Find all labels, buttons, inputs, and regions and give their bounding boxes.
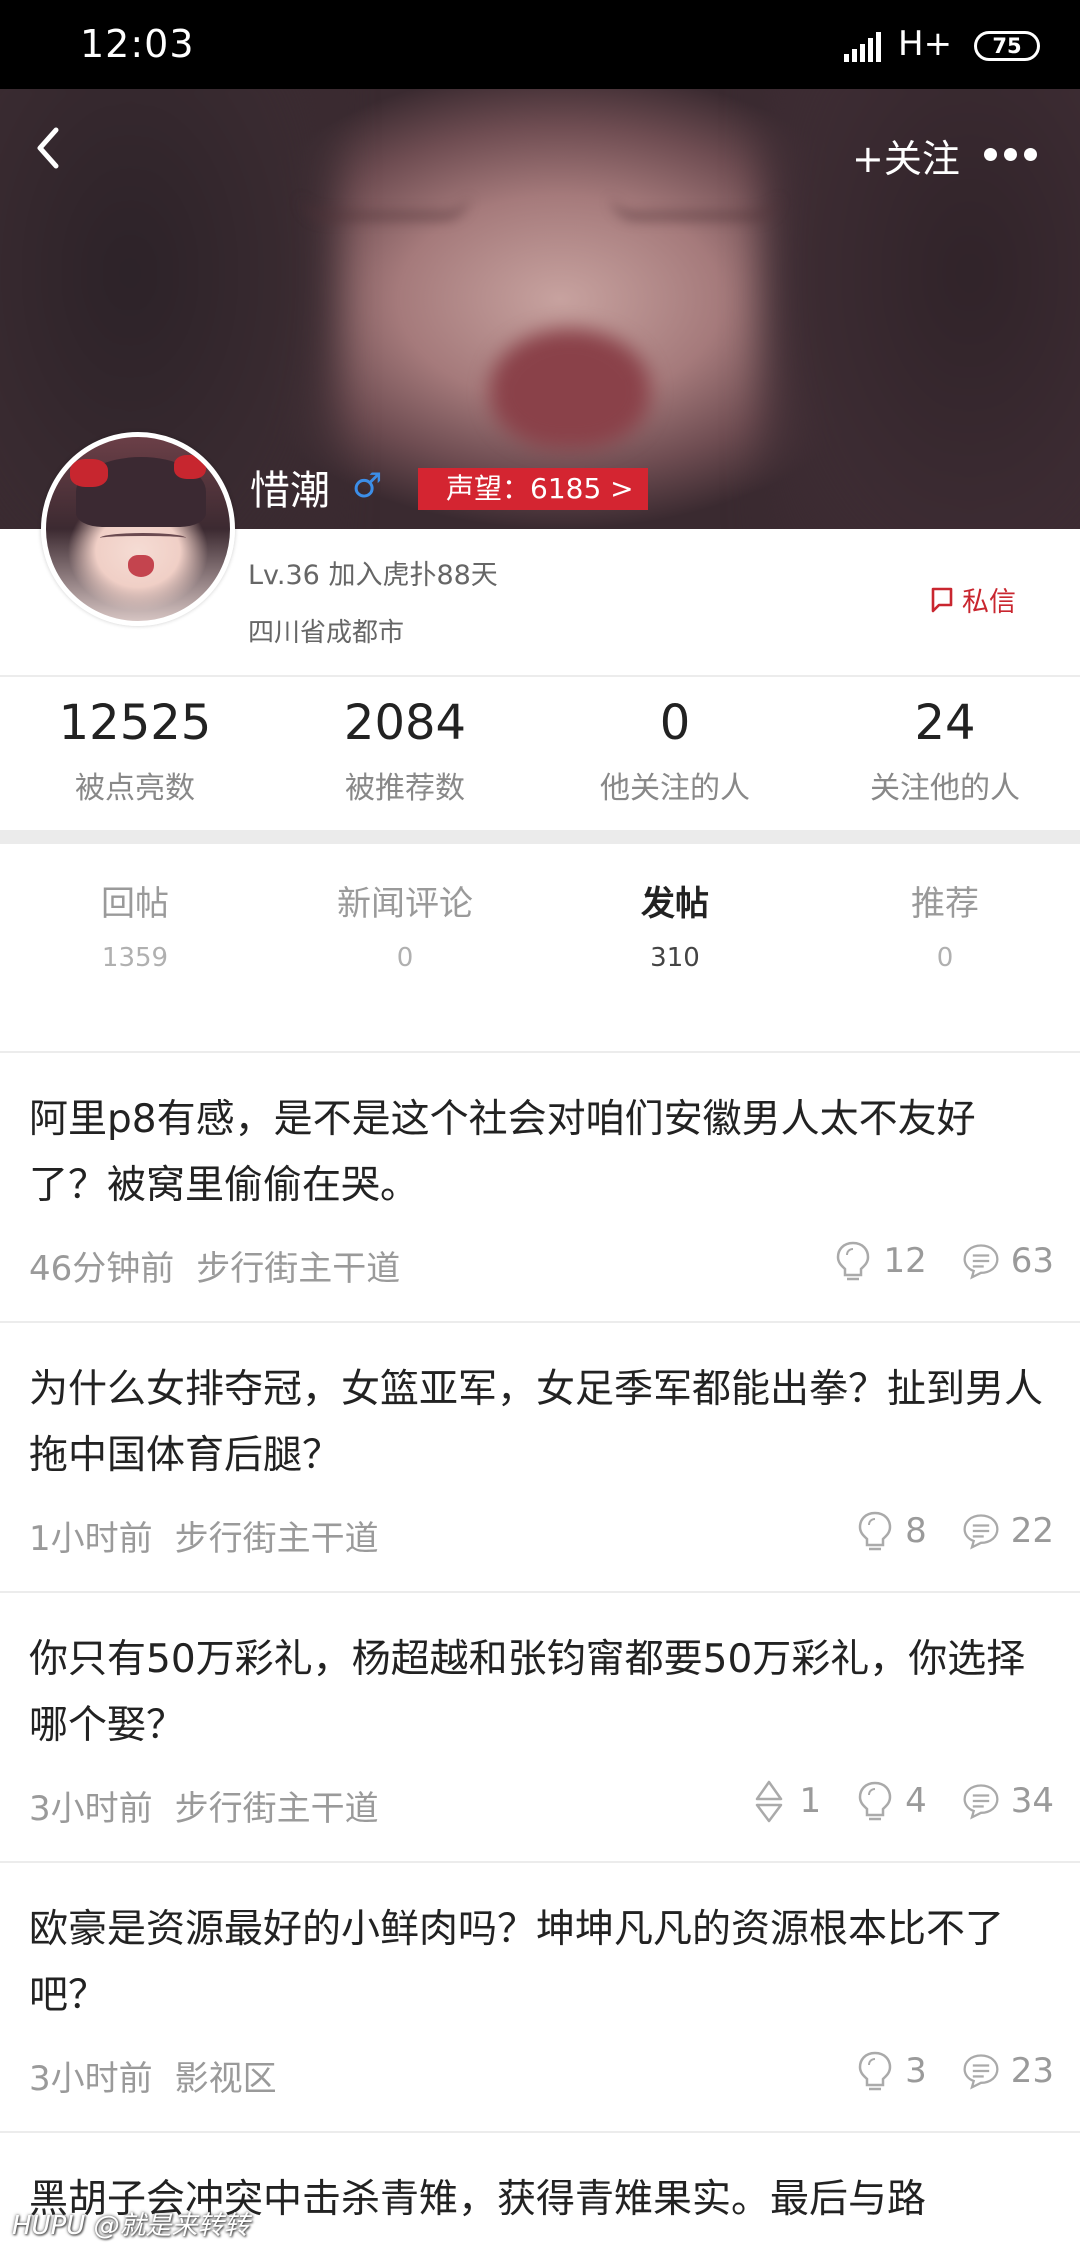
tab-label: 推荐: [911, 884, 979, 924]
post-meta: 46分钟前 步行街主干道: [29, 1241, 400, 1290]
post-meta: 1小时前 步行街主干道: [29, 1511, 379, 1560]
stat-label: 他关注的人: [600, 771, 750, 806]
reputation-badge[interactable]: 声望：6185 >: [418, 468, 648, 510]
post-stats: 3 23: [821, 2049, 1054, 2093]
follow-button[interactable]: +关注: [852, 128, 960, 183]
post-time: 3小时前: [29, 2059, 153, 2099]
private-message-label: 私信: [962, 587, 1016, 618]
lightbulb-icon: [837, 1241, 870, 1281]
reply-count: 63: [1010, 1241, 1054, 1281]
tab-count: 310: [650, 943, 700, 973]
flag-icon: [931, 587, 953, 613]
stat-followers[interactable]: 24 关注他的人: [810, 695, 1080, 807]
post-stats: 8 22: [821, 1509, 1054, 1553]
tab-recommend[interactable]: 推荐 0: [810, 876, 1080, 973]
stat-label: 被点亮数: [75, 771, 195, 806]
tab-count: 0: [396, 943, 414, 973]
stat-value: 24: [914, 695, 976, 751]
light-count: 12: [883, 1241, 927, 1281]
post-time: 3小时前: [29, 1789, 153, 1829]
lightbulb-icon: [858, 2051, 892, 2091]
watermark: HUPU @就是来转转: [12, 2211, 250, 2241]
post-meta: 3小时前 步行街主干道: [29, 1781, 379, 1830]
more-options-button[interactable]: [980, 130, 1040, 180]
comment-icon: [963, 1784, 999, 1820]
stat-likes[interactable]: 12525 被点亮数: [0, 695, 270, 807]
signal-icon: [844, 32, 881, 62]
battery-indicator: 75: [974, 31, 1040, 61]
reply-count: 22: [1010, 1511, 1054, 1551]
post-forum: 步行街主干道: [174, 1519, 379, 1559]
post-time: 1小时前: [29, 1519, 153, 1559]
lightbulb-icon: [858, 1781, 892, 1821]
post-item[interactable]: 阿里p8有感，是不是这个社会对咱们安徽男人太不友好了？被窝里偷偷在哭。 46分钟…: [0, 1053, 1080, 1321]
avatar[interactable]: [41, 432, 235, 626]
post-stats: 12 63: [799, 1239, 1054, 1283]
comment-icon: [963, 2054, 999, 2090]
lightbulb-icon: [858, 1511, 892, 1551]
stat-value: 0: [659, 695, 691, 751]
tab-label: 发帖: [641, 884, 709, 924]
post-forum: 影视区: [174, 2059, 277, 2099]
recommend-count: 1: [799, 1781, 822, 1821]
status-time: 12:03: [80, 22, 195, 66]
tab-label: 新闻评论: [337, 884, 473, 924]
tab-label: 回帖: [101, 884, 169, 924]
post-forum: 步行街主干道: [196, 1249, 401, 1289]
male-gender-icon: ♂: [352, 466, 383, 506]
post-item[interactable]: 为什么女排夺冠，女篮亚军，女足季军都能出拳？扯到男人拖中国体育后腿？ 1小时前步…: [0, 1323, 1080, 1591]
private-message-button[interactable]: 私信: [930, 580, 1016, 619]
tab-count: 0: [936, 943, 954, 973]
reply-count: 23: [1010, 2051, 1054, 2091]
tab-replies[interactable]: 回帖 1359: [0, 876, 270, 973]
back-button[interactable]: [30, 122, 70, 182]
section-divider: [0, 830, 1080, 844]
stat-label: 关注他的人: [870, 771, 1020, 806]
post-forum: 步行街主干道: [174, 1789, 379, 1829]
post-item[interactable]: 你只有50万彩礼，杨超越和张钧甯都要50万彩礼，你选择哪个娶？ 3小时前 步行街主…: [0, 1593, 1080, 1861]
post-item[interactable]: 欧豪是资源最好的小鲜肉吗？坤坤凡凡的资源根本比不了吧？ 3小时前 影视区 3 23: [0, 1863, 1080, 2131]
post-title: 阿里p8有感，是不是这个社会对咱们安徽男人太不友好了？被窝里偷偷在哭。: [29, 1097, 976, 1208]
post-meta: 3小时前 影视区: [29, 2051, 277, 2100]
light-count: 8: [905, 1511, 927, 1551]
light-count: 3: [905, 2051, 927, 2091]
more-dots-icon: [984, 148, 997, 161]
stat-value: 12525: [58, 695, 212, 751]
status-bar: 12:03 H+ 75: [0, 0, 1080, 89]
comment-icon: [963, 1244, 999, 1280]
tab-posts[interactable]: 发帖 310: [540, 876, 810, 973]
stat-recommended[interactable]: 2084 被推荐数: [270, 695, 540, 807]
divider: [0, 675, 1080, 677]
tab-count: 1359: [101, 943, 169, 973]
stat-label: 被推荐数: [345, 771, 465, 806]
post-title: 欧豪是资源最好的小鲜肉吗？坤坤凡凡的资源根本比不了吧？: [29, 1907, 1005, 2018]
location: 四川省成都市: [248, 618, 405, 648]
post-title: 你只有50万彩礼，杨超越和张钧甯都要50万彩礼，你选择哪个娶？: [29, 1637, 1026, 1748]
stat-value: 2084: [343, 695, 467, 751]
comment-icon: [963, 1514, 999, 1550]
chevron-left-icon: [37, 127, 59, 169]
username: 惜潮: [250, 468, 330, 514]
tab-news-comments[interactable]: 新闻评论 0: [270, 876, 540, 973]
light-count: 4: [905, 1781, 927, 1821]
network-type: H+: [898, 24, 953, 64]
post-title: 为什么女排夺冠，女篮亚军，女足季军都能出拳？扯到男人拖中国体育后腿？: [29, 1367, 1044, 1478]
level-join-info: Lv.36 加入虎扑88天: [248, 560, 498, 591]
stat-following[interactable]: 0 他关注的人: [540, 695, 810, 807]
recommend-arrows-icon: [756, 1780, 783, 1823]
post-stats: 1 4 34: [715, 1779, 1054, 1823]
reply-count: 34: [1010, 1781, 1054, 1821]
post-time: 46分钟前: [29, 1249, 175, 1289]
